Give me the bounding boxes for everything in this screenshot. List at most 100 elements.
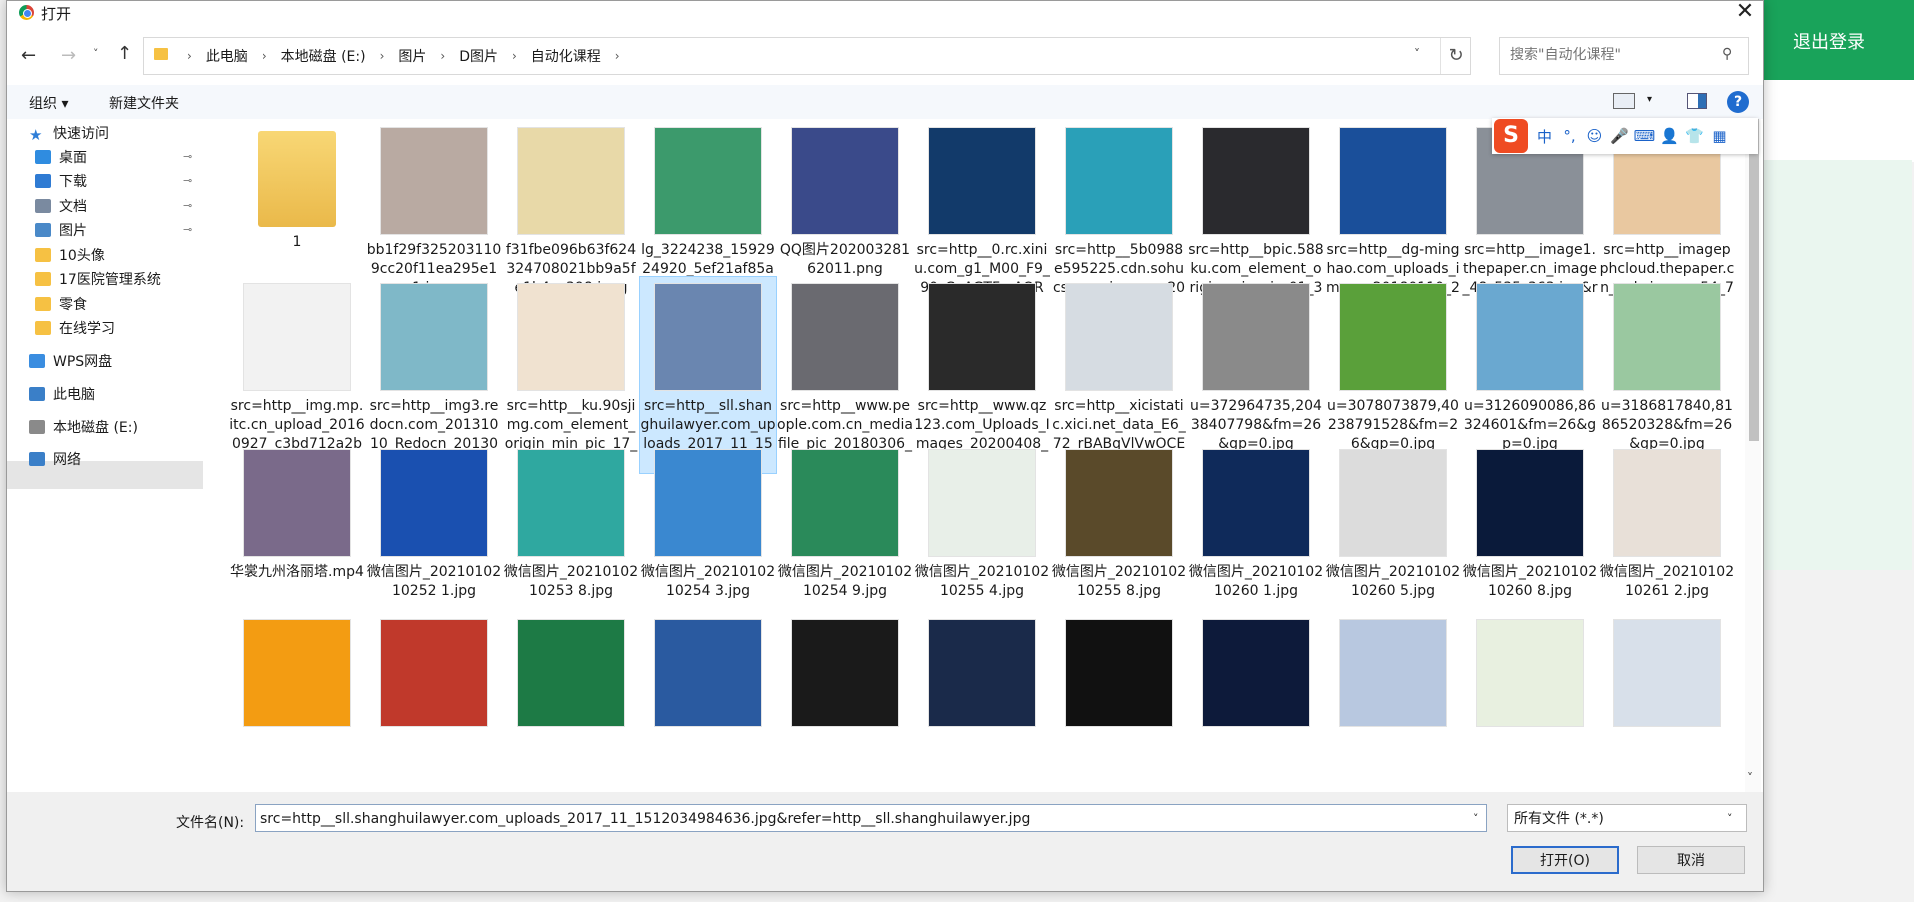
chevron-down-icon[interactable]: ˅	[1473, 812, 1479, 825]
pin-icon[interactable]: ⊸	[183, 150, 192, 163]
cancel-button[interactable]: 取消	[1637, 846, 1745, 874]
computer-icon	[29, 387, 45, 401]
file-item[interactable]: 微信图片_2021010210253 8.jpg	[503, 443, 639, 601]
file-item[interactable]: bb1f29f3252031109cc20f11ea295e11.jpeg	[366, 119, 502, 298]
sidebar-item-label: 网络	[53, 452, 81, 468]
breadcrumb-item[interactable]: 此电脑	[201, 46, 253, 66]
image-thumbnail	[517, 449, 625, 557]
breadcrumb-separator-icon[interactable]: ›	[503, 49, 526, 63]
file-item[interactable]: u=3186817840,8186520328&fm=26&gp=0.jpg	[1599, 277, 1735, 454]
breadcrumb: › 此电脑 › 本地磁盘 (E:) › 图片 › D图片 › 自动化课程 ›	[178, 46, 629, 66]
open-button[interactable]: 打开(O)	[1511, 846, 1619, 874]
file-item[interactable]: lg_3224238_1592924920_5ef21af85ab5c.jpg	[640, 119, 776, 298]
sidebar-item[interactable]: 17医院管理系统	[35, 265, 161, 293]
file-item[interactable]	[366, 613, 502, 727]
address-bar[interactable]: › 此电脑 › 本地磁盘 (E:) › 图片 › D图片 › 自动化课程 › ˅ ↻	[143, 37, 1471, 75]
breadcrumb-item[interactable]: 自动化课程	[526, 46, 606, 66]
search-input[interactable]	[1508, 46, 1712, 64]
search-icon[interactable]: ⚲	[1722, 46, 1732, 62]
ime-button-icon[interactable]: ▦	[1707, 127, 1732, 145]
chevron-down-icon[interactable]: ˅	[1414, 47, 1420, 61]
breadcrumb-separator-icon[interactable]: ›	[178, 49, 201, 63]
file-item[interactable]	[1051, 613, 1187, 727]
vertical-scrollbar[interactable]: ˅	[1745, 119, 1761, 792]
file-item[interactable]	[640, 613, 776, 727]
ime-button-icon[interactable]: ☺	[1582, 127, 1607, 145]
ime-button-icon[interactable]: °,	[1557, 127, 1582, 145]
breadcrumb-separator-icon[interactable]: ›	[431, 49, 454, 63]
file-type-select[interactable]: 所有文件 (*.*)	[1507, 804, 1747, 832]
refresh-button[interactable]: ↻	[1440, 38, 1471, 74]
file-item[interactable]: 微信图片_2021010210255 8.jpg	[1051, 443, 1187, 601]
breadcrumb-separator-icon[interactable]: ›	[371, 49, 394, 63]
ime-button-icon[interactable]: 🎤	[1607, 127, 1632, 145]
image-thumbnail	[654, 127, 762, 235]
pin-icon[interactable]: ⊸	[183, 223, 192, 236]
organize-menu[interactable]: 组织 ▾	[29, 93, 68, 113]
file-item[interactable]	[777, 613, 913, 727]
view-options-icon[interactable]	[1613, 93, 1635, 109]
folder-item[interactable]: 1	[229, 119, 365, 252]
file-item[interactable]	[1462, 613, 1598, 727]
file-item[interactable]: 微信图片_2021010210260 1.jpg	[1188, 443, 1324, 601]
new-folder-button[interactable]: 新建文件夹	[109, 93, 179, 113]
sidebar-item[interactable]: 在线学习	[35, 314, 115, 342]
preview-pane-icon[interactable]	[1687, 93, 1707, 109]
up-button[interactable]: ↑	[117, 43, 132, 64]
file-name: 微信图片_2021010210255 4.jpg	[914, 564, 1050, 599]
image-thumbnail	[928, 619, 1036, 727]
sidebar-item[interactable]: 此电脑	[29, 380, 95, 408]
help-icon[interactable]: ?	[1727, 91, 1749, 113]
breadcrumb-item[interactable]: 本地磁盘 (E:)	[276, 46, 371, 66]
filename-field[interactable]: src=http__sll.shanghuilawyer.com_uploads…	[255, 804, 1487, 832]
file-item[interactable]: u=3126090086,86324601&fm=26&gp=0.jpg	[1462, 277, 1598, 454]
pin-icon[interactable]: ⊸	[183, 174, 192, 187]
file-item[interactable]: 微信图片_2021010210254 9.jpg	[777, 443, 913, 601]
forward-button[interactable]: →	[61, 45, 76, 66]
file-item[interactable]: 微信图片_2021010210255 4.jpg	[914, 443, 1050, 601]
sidebar-item[interactable]: 网络	[29, 445, 81, 473]
file-item[interactable]: u=372964735,20438407798&fm=26&gp=0.jpg	[1188, 277, 1324, 454]
close-button[interactable]: ✕	[1729, 1, 1761, 25]
back-button[interactable]: ←	[21, 45, 36, 66]
folder-icon	[35, 272, 51, 286]
breadcrumb-item[interactable]: D图片	[454, 46, 503, 66]
logout-link[interactable]: 退出登录	[1793, 28, 1865, 54]
file-item[interactable]: u=3078073879,40238791528&fm=26&gp=0.jpg	[1325, 277, 1461, 454]
search-box[interactable]: ⚲	[1499, 37, 1749, 75]
sidebar-item[interactable]: 图片	[35, 216, 87, 244]
file-item[interactable]	[1188, 613, 1324, 727]
breadcrumb-separator-icon[interactable]: ›	[253, 49, 276, 63]
file-item[interactable]: 华裳九州洛丽塔.mp4	[229, 443, 365, 582]
chevron-down-icon[interactable]: ˅	[1727, 812, 1733, 825]
pin-icon[interactable]: ⊸	[183, 199, 192, 212]
sidebar-item[interactable]: 下载	[35, 167, 87, 195]
file-item[interactable]: 微信图片_2021010210252 1.jpg	[366, 443, 502, 601]
file-item[interactable]: 微信图片_2021010210260 8.jpg	[1462, 443, 1598, 601]
scroll-down-icon[interactable]: ˅	[1747, 771, 1753, 785]
file-item[interactable]: 微信图片_2021010210261 2.jpg	[1599, 443, 1735, 601]
recent-locations-icon[interactable]: ˅	[93, 47, 99, 60]
file-item[interactable]	[1325, 613, 1461, 727]
scrollbar-thumb[interactable]	[1749, 119, 1759, 441]
ime-button-icon[interactable]: 中	[1532, 126, 1557, 147]
sidebar-item-label: WPS网盘	[53, 354, 113, 370]
ime-button-icon[interactable]: ⌨	[1632, 127, 1657, 145]
sogou-logo-icon[interactable]: S	[1494, 119, 1528, 153]
sidebar-item-label: 桌面	[59, 150, 87, 166]
ime-button-icon[interactable]: 👕	[1682, 127, 1707, 145]
sidebar-item[interactable]: 本地磁盘 (E:)	[29, 413, 138, 441]
breadcrumb-separator-icon[interactable]: ›	[606, 49, 629, 63]
file-item[interactable]	[503, 613, 639, 727]
breadcrumb-item[interactable]: 图片	[393, 46, 431, 66]
sidebar-item[interactable]: WPS网盘	[29, 347, 112, 375]
ime-button-icon[interactable]: 👤	[1657, 127, 1682, 145]
file-item[interactable]: QQ图片20200328162011.png	[777, 119, 913, 279]
file-item[interactable]	[914, 613, 1050, 727]
file-item[interactable]: 微信图片_2021010210254 3.jpg	[640, 443, 776, 601]
chevron-down-icon[interactable]: ▾	[1647, 94, 1652, 105]
file-item[interactable]	[1599, 613, 1735, 727]
file-item[interactable]: f31fbe096b63f624324708021bb9a5fe1b4ca398…	[503, 119, 639, 298]
file-item[interactable]	[229, 613, 365, 727]
file-item[interactable]: 微信图片_2021010210260 5.jpg	[1325, 443, 1461, 601]
